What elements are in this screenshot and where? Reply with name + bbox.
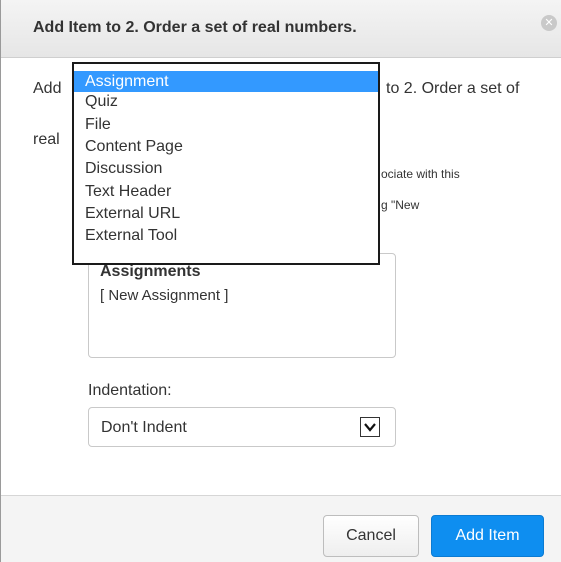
- listbox-group-label: Assignments: [100, 263, 201, 280]
- option-external-tool[interactable]: External Tool: [74, 225, 378, 246]
- option-quiz[interactable]: Quiz: [74, 91, 378, 112]
- dialog-footer: Cancel Add Item: [1, 495, 561, 562]
- item-type-dropdown[interactable]: Assignment Quiz File Content Page Discus…: [72, 62, 380, 265]
- listbox-item-new-assignment[interactable]: [ New Assignment ]: [100, 287, 228, 304]
- dialog-title: Add Item to 2. Order a set of real numbe…: [33, 19, 357, 36]
- option-discussion[interactable]: Discussion: [74, 158, 378, 179]
- indentation-value: Don't Indent: [101, 419, 187, 436]
- hint-text-line2: g "New: [381, 198, 420, 212]
- option-content-page[interactable]: Content Page: [74, 136, 378, 157]
- dialog-titlebar: Add Item to 2. Order a set of real numbe…: [1, 0, 561, 58]
- option-external-url[interactable]: External URL: [74, 203, 378, 224]
- indentation-label: Indentation:: [88, 382, 172, 399]
- cancel-button[interactable]: Cancel: [323, 515, 419, 557]
- intro-text-prefix: Add: [33, 80, 62, 97]
- add-item-dialog: Add Item to 2. Order a set of real numbe…: [0, 0, 561, 562]
- intro-text-line2: real: [33, 131, 60, 148]
- option-assignment[interactable]: Assignment: [74, 71, 378, 92]
- item-listbox[interactable]: Assignments [ New Assignment ]: [88, 253, 396, 358]
- intro-text-suffix: to 2. Order a set of: [386, 80, 520, 97]
- close-icon[interactable]: ✕: [541, 15, 557, 31]
- add-item-button[interactable]: Add Item: [431, 515, 544, 557]
- indentation-select[interactable]: Don't Indent: [88, 407, 396, 447]
- hint-text-line1: ociate with this: [381, 167, 460, 181]
- option-file[interactable]: File: [74, 114, 378, 135]
- option-text-header[interactable]: Text Header: [74, 181, 378, 202]
- chevron-down-icon[interactable]: [360, 417, 380, 437]
